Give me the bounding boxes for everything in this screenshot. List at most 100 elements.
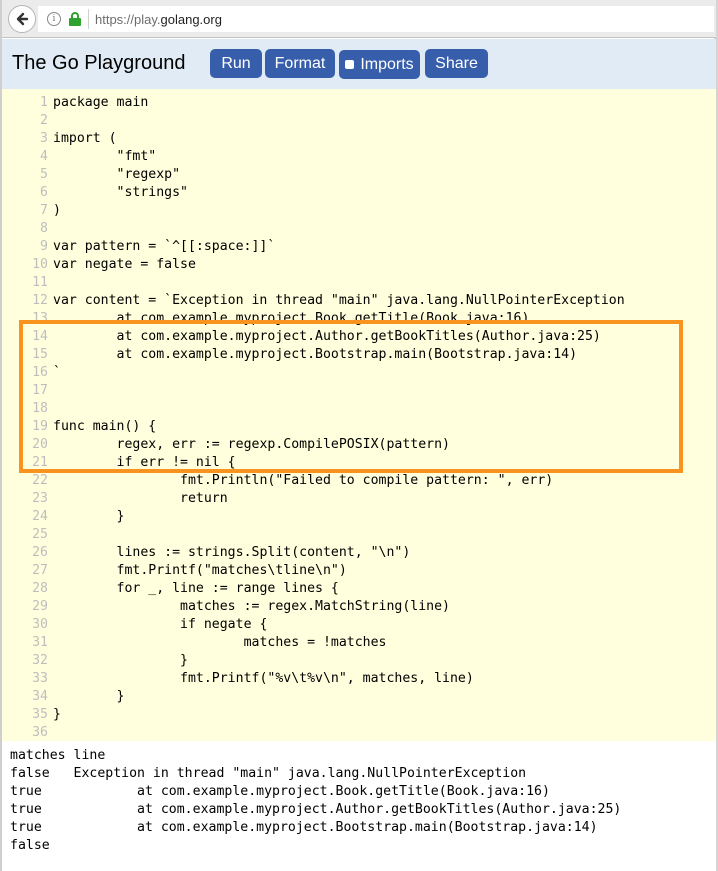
code-line[interactable]: 6 "strings": [2, 184, 625, 202]
line-text: at com.example.myproject.Bootstrap.main(…: [53, 347, 578, 362]
line-number: 11: [32, 275, 48, 290]
code-line[interactable]: 26 lines := strings.Split(content, "\n"): [2, 544, 625, 562]
code-line[interactable]: 13 at com.example.myproject.Book.getTitl…: [2, 310, 625, 328]
line-number: 5: [40, 167, 48, 182]
code-line[interactable]: 29 matches := regex.MatchString(line): [2, 598, 625, 616]
code-line[interactable]: 36: [2, 724, 625, 742]
code-line[interactable]: 10 var negate = false: [2, 256, 625, 274]
code-line[interactable]: 1 package main: [2, 94, 625, 112]
code-line[interactable]: 12 var content = `Exception in thread "ma…: [2, 292, 625, 310]
line-text: lines := strings.Split(content, "\n"): [53, 545, 411, 560]
code-line[interactable]: 23 return: [2, 490, 625, 508]
line-text: for _, line := range lines {: [53, 581, 339, 596]
code-line[interactable]: 3 import (: [2, 130, 625, 148]
line-number: 12: [32, 293, 48, 308]
line-text: `: [53, 365, 61, 380]
output-line: true at com.example.myproject.Author.get…: [10, 802, 622, 817]
line-number: 1: [40, 95, 48, 110]
format-button[interactable]: Format: [265, 49, 335, 78]
code-line[interactable]: 4 "fmt": [2, 148, 625, 166]
run-button[interactable]: Run: [210, 49, 262, 78]
line-number: 16: [32, 365, 48, 380]
imports-button[interactable]: Imports: [339, 50, 420, 79]
url-text[interactable]: https://play.golang.org: [95, 12, 222, 27]
lock-icon: [69, 12, 81, 26]
url-prefix: https://play.: [95, 11, 161, 27]
code-line[interactable]: 14 at com.example.myproject.Author.getBo…: [2, 328, 625, 346]
code-line[interactable]: 20 regex, err := regexp.CompilePOSIX(pat…: [2, 436, 625, 454]
arrow-left-icon: [16, 12, 29, 26]
info-icon[interactable]: i: [47, 12, 61, 26]
line-number: 18: [32, 401, 48, 416]
code-lines[interactable]: 1 package main 2 3 import (4 "fmt" 5 "regexp"…: [2, 94, 625, 742]
code-line[interactable]: 5 "regexp": [2, 166, 625, 184]
output-line: true at com.example.myproject.Book.getTi…: [10, 784, 550, 799]
line-text: }: [53, 509, 125, 524]
code-line[interactable]: 34 }: [2, 688, 625, 706]
line-text: matches := regex.MatchString(line): [53, 599, 450, 614]
code-line[interactable]: 18: [2, 400, 625, 418]
line-number: 14: [32, 329, 48, 344]
code-line[interactable]: 8: [2, 220, 625, 238]
code-line[interactable]: 15 at com.example.myproject.Bootstrap.ma…: [2, 346, 625, 364]
code-line[interactable]: 9 var pattern = `^[[:space:]]`: [2, 238, 625, 256]
line-text: var pattern = `^[[:space:]]`: [53, 239, 276, 254]
back-button[interactable]: [8, 5, 36, 33]
code-line[interactable]: 7): [2, 202, 625, 220]
line-number: 28: [32, 581, 48, 596]
url-separator: [88, 9, 89, 29]
line-text: matches = !matches: [53, 635, 387, 650]
line-text: ): [53, 203, 61, 218]
code-line[interactable]: 25: [2, 526, 625, 544]
line-number: 8: [40, 221, 48, 236]
code-line[interactable]: 30 if negate {: [2, 616, 625, 634]
code-line[interactable]: 22 fmt.Println("Failed to compile patter…: [2, 472, 625, 490]
code-line[interactable]: 33 fmt.Printf("%v\t%v\n", matches, line): [2, 670, 625, 688]
line-number: 2: [40, 113, 48, 128]
code-editor[interactable]: 1 package main 2 3 import (4 "fmt" 5 "regexp"…: [2, 89, 716, 741]
page-title: The Go Playground: [12, 52, 186, 74]
line-number: 27: [32, 563, 48, 578]
code-line[interactable]: 11: [2, 274, 625, 292]
code-line[interactable]: 31 matches = !matches: [2, 634, 625, 652]
line-text: fmt.Printf("%v\t%v\n", matches, line): [53, 671, 474, 686]
line-text: "fmt": [53, 149, 157, 164]
code-line[interactable]: 32 }: [2, 652, 625, 670]
line-number: 4: [40, 149, 48, 164]
program-output: matches line false Exception in thread "m…: [2, 741, 716, 871]
line-number: 20: [32, 437, 48, 452]
line-number: 26: [32, 545, 48, 560]
line-text: var negate = false: [53, 257, 196, 272]
imports-checkbox[interactable]: [345, 60, 355, 69]
code-line[interactable]: 17: [2, 382, 625, 400]
line-number: 24: [32, 509, 48, 524]
code-line[interactable]: 35}: [2, 706, 625, 724]
line-text: }: [53, 707, 61, 722]
line-text: if negate {: [53, 617, 268, 632]
line-text: package main: [53, 95, 149, 110]
address-bar[interactable]: i https://play.golang.org: [38, 6, 714, 32]
output-line: matches line: [10, 748, 106, 763]
code-line[interactable]: 2: [2, 112, 625, 130]
line-number: 29: [32, 599, 48, 614]
line-number: 30: [32, 617, 48, 632]
browser-toolbar: i https://play.golang.org: [2, 0, 716, 38]
code-line[interactable]: 16 `: [2, 364, 625, 382]
line-number: 7: [40, 203, 48, 218]
share-button[interactable]: Share: [425, 49, 488, 78]
code-line[interactable]: 19 func main() {: [2, 418, 625, 436]
line-text: at com.example.myproject.Book.getTitle(B…: [53, 311, 530, 326]
code-line[interactable]: 24 }: [2, 508, 625, 526]
line-text: import (: [53, 131, 117, 146]
line-number: 36: [32, 725, 48, 740]
url-domain: golang.org: [160, 11, 222, 27]
code-line[interactable]: 27 fmt.Printf("matches\tline\n"): [2, 562, 625, 580]
line-text: }: [53, 653, 188, 668]
line-text: var content = `Exception in thread "main…: [53, 293, 625, 308]
code-line[interactable]: 28 for _, line := range lines {: [2, 580, 625, 598]
line-text: if err != nil {: [53, 455, 236, 470]
line-number: 15: [32, 347, 48, 362]
code-line[interactable]: 21 if err != nil {: [2, 454, 625, 472]
line-text: func main() {: [53, 419, 157, 434]
line-number: 9: [40, 239, 48, 254]
